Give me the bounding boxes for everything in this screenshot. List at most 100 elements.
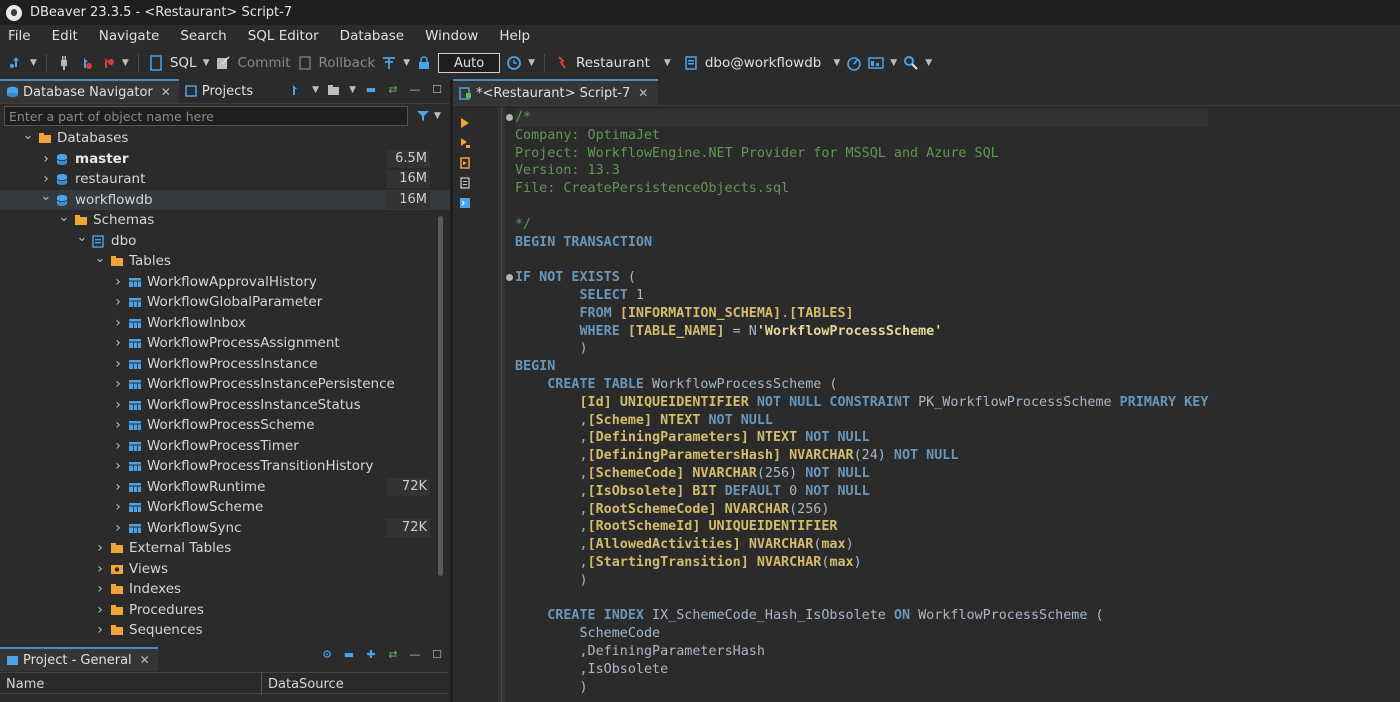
fold-marker-icon[interactable] bbox=[506, 114, 513, 121]
execute-script-icon[interactable] bbox=[459, 157, 471, 169]
menu-navigate[interactable]: Navigate bbox=[99, 28, 160, 44]
sql-dropdown-icon[interactable]: ▼ bbox=[203, 58, 210, 68]
close-icon[interactable]: ✕ bbox=[140, 653, 150, 667]
menu-sql-editor[interactable]: SQL Editor bbox=[248, 28, 319, 44]
collapse-all-icon[interactable]: ▬ bbox=[342, 649, 356, 661]
tree-item[interactable]: ⌄ Databases bbox=[0, 128, 450, 149]
transaction-mode-icon[interactable] bbox=[381, 55, 397, 71]
new-connection-dropdown-icon[interactable]: ▼ bbox=[312, 85, 319, 95]
close-icon[interactable]: ✕ bbox=[161, 85, 171, 99]
tree-item[interactable]: › WorkflowInbox bbox=[0, 313, 450, 334]
chevron-right-icon[interactable]: › bbox=[112, 479, 124, 495]
tree-item[interactable]: › WorkflowProcessTimer bbox=[0, 436, 450, 457]
tree-item[interactable]: › WorkflowScheme bbox=[0, 497, 450, 518]
transaction-log-icon[interactable] bbox=[506, 55, 522, 71]
search-dropdown-icon[interactable]: ▼ bbox=[925, 58, 932, 68]
chevron-down-icon[interactable]: ⌄ bbox=[22, 128, 34, 143]
minimize-icon[interactable]: — bbox=[408, 649, 422, 661]
menu-window[interactable]: Window bbox=[425, 28, 478, 44]
active-connection-dropdown-icon[interactable]: ▼ bbox=[664, 58, 671, 68]
tree-item[interactable]: › master 6.5M bbox=[0, 149, 450, 170]
chevron-right-icon[interactable]: › bbox=[112, 356, 124, 372]
dashboard-icon[interactable] bbox=[846, 55, 862, 71]
rollback-button[interactable]: Rollback bbox=[319, 55, 376, 71]
connection-tools-dropdown-icon[interactable]: ▼ bbox=[122, 58, 129, 68]
minimize-icon[interactable]: — bbox=[408, 84, 422, 96]
sql-editor-icon[interactable] bbox=[148, 55, 164, 71]
chevron-right-icon[interactable]: › bbox=[112, 274, 124, 290]
chevron-right-icon[interactable]: › bbox=[94, 561, 106, 577]
chevron-right-icon[interactable]: › bbox=[112, 458, 124, 474]
sql-code-area[interactable]: /* Company: OptimaJet Project: WorkflowEng… bbox=[515, 109, 1209, 696]
active-schema-dropdown-icon[interactable]: ▼ bbox=[833, 58, 840, 68]
chevron-right-icon[interactable]: › bbox=[112, 315, 124, 331]
commit-icon[interactable] bbox=[215, 55, 231, 71]
fold-marker-icon[interactable] bbox=[506, 274, 513, 281]
chevron-right-icon[interactable]: › bbox=[112, 417, 124, 433]
chevron-right-icon[interactable]: › bbox=[112, 294, 124, 310]
commit-button[interactable]: Commit bbox=[237, 55, 290, 71]
new-connection-dropdown-icon[interactable]: ▼ bbox=[30, 58, 37, 68]
tree-item[interactable]: › Sequences bbox=[0, 620, 450, 638]
tab-project-general[interactable]: Project - General ✕ bbox=[0, 647, 158, 671]
new-connection-icon[interactable] bbox=[8, 55, 24, 71]
database-tasks-dropdown-icon[interactable]: ▼ bbox=[890, 58, 897, 68]
connection-datasource-icon[interactable] bbox=[554, 55, 570, 71]
tab-projects[interactable]: Projects bbox=[179, 79, 261, 103]
new-folder-icon[interactable] bbox=[327, 84, 341, 96]
sql-button[interactable]: SQL bbox=[170, 55, 197, 71]
maximize-icon[interactable]: ☐ bbox=[430, 84, 444, 96]
execute-in-new-tab-icon[interactable] bbox=[459, 137, 471, 149]
chevron-right-icon[interactable]: › bbox=[112, 438, 124, 454]
link-with-editor-icon[interactable]: ⇄ bbox=[386, 649, 400, 661]
active-schema-selector[interactable]: dbo@workflowdb bbox=[705, 55, 822, 71]
tree-item[interactable]: › WorkflowSync 72K bbox=[0, 518, 450, 539]
search-icon[interactable] bbox=[903, 55, 919, 71]
chevron-right-icon[interactable]: › bbox=[40, 151, 52, 167]
chevron-right-icon[interactable]: › bbox=[94, 622, 106, 638]
column-header-datasource[interactable]: DataSource bbox=[262, 673, 448, 695]
transaction-mode-dropdown-icon[interactable]: ▼ bbox=[403, 58, 410, 68]
tree-item[interactable]: › WorkflowRuntime 72K bbox=[0, 477, 450, 498]
disconnect-icon[interactable] bbox=[100, 55, 116, 71]
chevron-right-icon[interactable]: › bbox=[94, 581, 106, 597]
menu-search[interactable]: Search bbox=[180, 28, 226, 44]
chevron-right-icon[interactable]: › bbox=[112, 335, 124, 351]
database-tasks-icon[interactable] bbox=[868, 55, 885, 71]
explain-plan-icon[interactable] bbox=[459, 177, 471, 189]
chevron-down-icon[interactable]: ⌄ bbox=[40, 189, 52, 204]
tab-database-navigator[interactable]: Database Navigator ✕ bbox=[0, 79, 179, 103]
show-output-icon[interactable] bbox=[459, 197, 471, 209]
execute-statement-icon[interactable] bbox=[459, 117, 471, 129]
collapse-all-icon[interactable]: ▬ bbox=[364, 84, 378, 96]
link-with-editor-icon[interactable]: ⇄ bbox=[386, 84, 400, 96]
chevron-right-icon[interactable]: › bbox=[112, 376, 124, 392]
tree-item[interactable]: › WorkflowProcessTransitionHistory bbox=[0, 456, 450, 477]
menu-database[interactable]: Database bbox=[340, 28, 404, 44]
active-connection-selector[interactable]: Restaurant bbox=[576, 55, 650, 71]
configure-icon[interactable]: ⚙ bbox=[320, 649, 334, 661]
expand-all-icon[interactable]: ✚ bbox=[364, 649, 378, 661]
menu-edit[interactable]: Edit bbox=[52, 28, 78, 44]
rollback-icon[interactable] bbox=[297, 55, 313, 71]
tree-item[interactable]: ⌄ Tables bbox=[0, 251, 450, 272]
tab-script-7[interactable]: *<Restaurant> Script-7 ✕ bbox=[453, 79, 659, 105]
tree-item[interactable]: › WorkflowGlobalParameter bbox=[0, 292, 450, 313]
chevron-down-icon[interactable]: ⌄ bbox=[94, 251, 106, 266]
lock-icon[interactable] bbox=[416, 55, 432, 71]
new-connection-icon[interactable] bbox=[290, 84, 304, 96]
column-header-name[interactable]: Name bbox=[0, 673, 262, 695]
tree-item[interactable]: › Views bbox=[0, 559, 450, 580]
tree-item[interactable]: › WorkflowProcessScheme bbox=[0, 415, 450, 436]
tree-item[interactable]: › WorkflowApprovalHistory bbox=[0, 272, 450, 293]
filter-icon[interactable] bbox=[416, 109, 430, 123]
tree-item[interactable]: › WorkflowProcessAssignment bbox=[0, 333, 450, 354]
tree-item[interactable]: › Indexes bbox=[0, 579, 450, 600]
tree-item[interactable]: › Procedures bbox=[0, 600, 450, 621]
chevron-right-icon[interactable]: › bbox=[112, 499, 124, 515]
menu-help[interactable]: Help bbox=[499, 28, 530, 44]
chevron-right-icon[interactable]: › bbox=[112, 520, 124, 536]
tree-item[interactable]: ⌄ Schemas bbox=[0, 210, 450, 231]
navigator-scrollbar[interactable] bbox=[438, 216, 443, 576]
menu-file[interactable]: File bbox=[8, 28, 31, 44]
